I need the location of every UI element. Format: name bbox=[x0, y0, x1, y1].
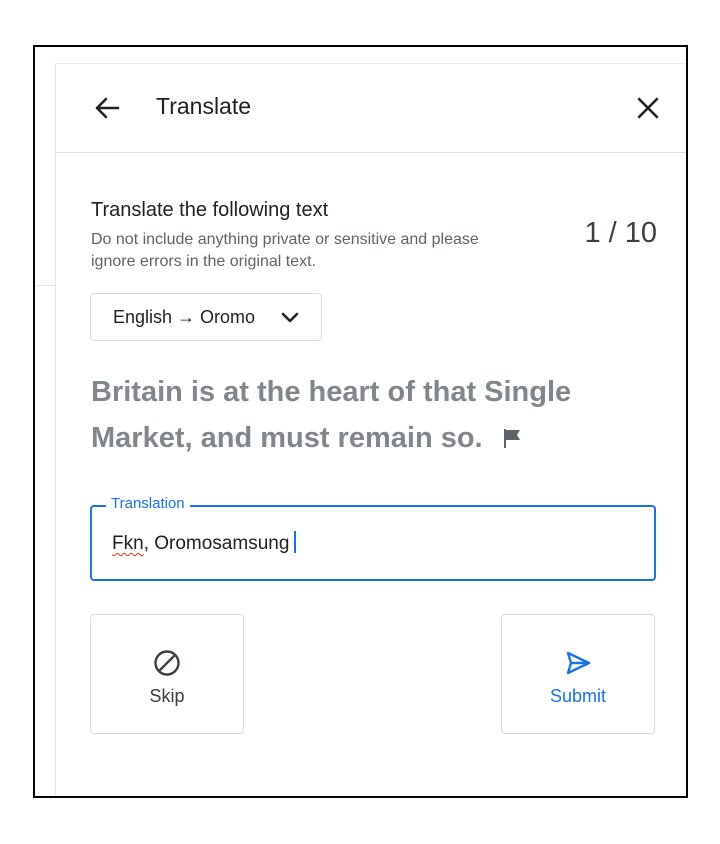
translation-input[interactable]: Translation Fkn, Oromosamsung bbox=[90, 495, 656, 581]
skip-button[interactable]: Skip bbox=[90, 614, 244, 734]
submit-button[interactable]: Submit bbox=[501, 614, 655, 734]
language-pair-label: English → Oromo bbox=[113, 307, 256, 327]
task-description: Do not include anything private or sensi… bbox=[91, 231, 479, 270]
left-background-panel bbox=[35, 63, 56, 796]
close-button[interactable] bbox=[636, 96, 660, 120]
source-text: Britain is at the heart of that Single M… bbox=[91, 376, 572, 454]
flag-icon bbox=[503, 429, 520, 448]
arrow-left-icon bbox=[95, 97, 120, 119]
chevron-down-icon bbox=[281, 312, 299, 323]
language-pair-dropdown[interactable]: English → Oromo bbox=[90, 293, 322, 341]
divider bbox=[35, 285, 55, 286]
panel-title: Translate bbox=[156, 93, 252, 119]
translation-value-rest: , Oromosamsung bbox=[143, 533, 290, 554]
translation-value: Fkn, Oromosamsung bbox=[112, 531, 296, 555]
misspelled-word: Fkn bbox=[112, 533, 144, 554]
skip-label: Skip bbox=[149, 686, 185, 706]
source-sentence: Britain is at the heart of that Single M… bbox=[91, 369, 631, 461]
send-icon bbox=[566, 651, 591, 675]
report-flag-button[interactable] bbox=[501, 417, 523, 448]
back-button[interactable] bbox=[92, 94, 122, 122]
panel-header: Translate bbox=[56, 64, 686, 153]
translation-label: Translation bbox=[106, 495, 190, 512]
text-cursor bbox=[294, 531, 296, 553]
block-icon bbox=[154, 650, 180, 676]
progress-counter: 1 / 10 bbox=[584, 217, 657, 249]
close-icon bbox=[637, 97, 659, 119]
submit-label: Submit bbox=[549, 686, 607, 706]
translate-panel-frame: Translate Translate the following text D… bbox=[33, 45, 688, 798]
task-title: Translate the following text bbox=[91, 199, 329, 221]
